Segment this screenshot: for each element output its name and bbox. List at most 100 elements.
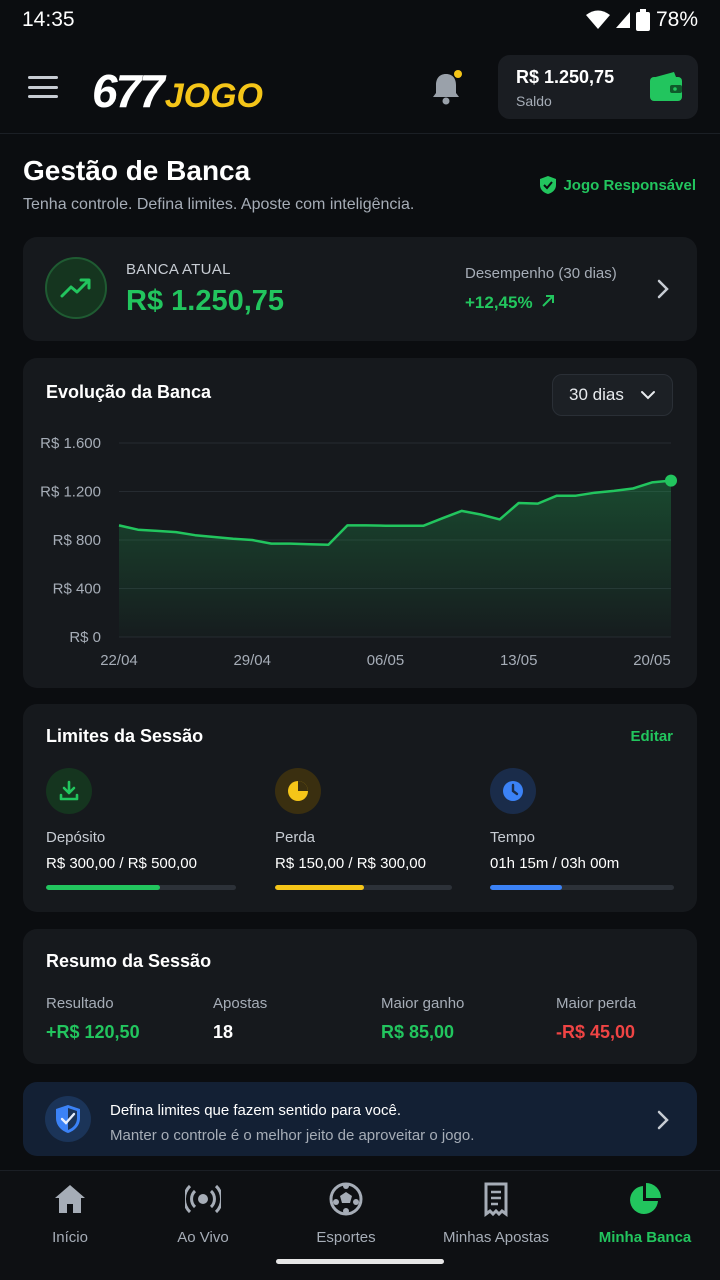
performance-value: +12,45%: [465, 293, 555, 313]
chart-area-fill: [119, 480, 671, 637]
logo-word: JOGO: [164, 77, 263, 115]
performance-percent: +12,45%: [465, 293, 533, 312]
nav-item-my-bets[interactable]: Minhas Apostas: [436, 1181, 556, 1246]
stat-value: R$ 85,00: [381, 1022, 455, 1042]
nav-label: Minhas Apostas: [443, 1229, 549, 1246]
loss-limit[interactable]: Perda R$ 150,00 / R$ 300,00: [275, 768, 452, 890]
soccer-ball-icon: [329, 1182, 363, 1216]
page-subtitle: Tenha controle. Defina limites. Aposte c…: [23, 196, 415, 213]
download-icon: [46, 768, 92, 814]
arrow-up-right-icon: [542, 295, 555, 307]
deposit-limit[interactable]: Depósito R$ 300,00 / R$ 500,00: [46, 768, 236, 890]
limits-title: Limites da Sessão: [46, 726, 204, 746]
limit-name: Perda: [275, 829, 316, 846]
chart-y-tick-label: R$ 400: [53, 581, 101, 598]
limit-name: Tempo: [490, 829, 536, 846]
home-icon: [55, 1185, 85, 1213]
chart-x-tick-label: 20/05: [633, 652, 671, 669]
current-bank-label: BANCA ATUAL: [126, 261, 231, 278]
home-indicator: [276, 1259, 444, 1264]
limit-progress-fill: [275, 885, 364, 890]
chart-y-tick-label: R$ 1.600: [40, 435, 101, 452]
limit-progress-bar: [490, 885, 674, 890]
chart-x-tick-label: 22/04: [100, 652, 138, 669]
nav-label: Início: [52, 1229, 88, 1246]
nav-label: Minha Banca: [598, 1229, 692, 1246]
summary-biggest-loss: Maior perda -R$ 45,00: [556, 995, 636, 1043]
edit-limits-button[interactable]: Editar: [630, 728, 673, 745]
current-bank-value: R$ 1.250,75: [126, 285, 285, 317]
nav-item-sports[interactable]: Esportes: [300, 1181, 392, 1246]
summary-biggest-win: Maior ganho R$ 85,00: [381, 995, 464, 1043]
chart-x-tick-label: 13/05: [500, 652, 538, 669]
signal-icon: [615, 12, 630, 28]
ticket-icon: [484, 1182, 508, 1217]
responsible-banner[interactable]: Defina limites que fazem sentido para vo…: [23, 1082, 697, 1156]
chart-y-tick-label: R$ 1.200: [40, 484, 101, 501]
app-header: 677 JOGO R$ 1.250,75 Saldo: [0, 40, 720, 134]
bank-evolution-card: Evolução da Banca 30 dias R$ 0 R$ 400 R$ 8…: [23, 358, 697, 688]
limit-progress-bar: [46, 885, 236, 890]
live-icon: [183, 1184, 223, 1214]
wifi-icon: [585, 10, 610, 29]
responsible-gaming-link[interactable]: Jogo Responsável: [539, 175, 696, 195]
limit-progress-fill: [490, 885, 562, 890]
logo-number: 677: [92, 65, 165, 117]
summary-bets: Apostas 18: [213, 995, 267, 1043]
limit-name: Depósito: [46, 829, 106, 846]
bank-evolution-chart: R$ 0 R$ 400 R$ 800 R$ 1.200 R$ 1.600 22/04 29/…: [40, 435, 677, 669]
shield-check-icon: [540, 176, 557, 194]
time-limit[interactable]: Tempo 01h 15m / 03h 00m: [490, 768, 674, 890]
chart-y-tick-label: R$ 0: [69, 629, 101, 646]
page-title: Gestão de Banca: [23, 155, 251, 186]
stat-value: 18: [213, 1022, 234, 1042]
summary-title: Resumo da Sessão: [46, 951, 212, 971]
battery-icon: [635, 9, 650, 31]
chart-last-point: [665, 474, 677, 487]
current-bank-card[interactable]: BANCA ATUAL R$ 1.250,75 Desempenho (30 d…: [23, 237, 697, 341]
trending-up-icon: [45, 257, 107, 319]
shield-check-icon: [45, 1096, 91, 1142]
chevron-right-icon[interactable]: [655, 277, 671, 301]
wallet-icon: [650, 72, 682, 101]
banner-title: Defina limites que fazem sentido para vo…: [110, 1102, 401, 1119]
performance-label: Desempenho (30 dias): [465, 265, 617, 282]
session-summary-card: Resumo da Sessão Resultado +R$ 120,50 Ap…: [23, 929, 697, 1064]
pie-chart-icon: [275, 768, 321, 814]
stat-label: Maior ganho: [381, 995, 465, 1012]
stat-label: Maior perda: [556, 995, 637, 1012]
nav-label: Ao Vivo: [177, 1229, 229, 1246]
summary-result: Resultado +R$ 120,50: [46, 995, 140, 1043]
status-bar: 14:35 78%: [0, 0, 720, 40]
balance-button[interactable]: R$ 1.250,75 Saldo: [498, 55, 698, 119]
brand-logo[interactable]: 677 JOGO: [92, 64, 263, 118]
chart-x-tick-label: 06/05: [367, 652, 405, 669]
limit-value: R$ 300,00 / R$ 500,00: [46, 855, 197, 872]
nav-item-my-bank[interactable]: Minha Banca: [593, 1181, 697, 1246]
stat-label: Apostas: [213, 995, 268, 1012]
stat-value: -R$ 45,00: [556, 1022, 636, 1042]
menu-icon[interactable]: [28, 76, 58, 98]
nav-item-live[interactable]: Ao Vivo: [163, 1181, 243, 1246]
limit-value: R$ 150,00 / R$ 300,00: [275, 855, 426, 872]
clock-icon: [490, 768, 536, 814]
pie-chart-icon: [630, 1183, 661, 1214]
bell-icon[interactable]: [428, 70, 464, 106]
status-icons: 78%: [585, 8, 698, 32]
nav-label: Esportes: [316, 1229, 376, 1246]
banner-subtitle: Manter o controle é o melhor jeito de ap…: [110, 1127, 475, 1144]
chart-y-tick-label: R$ 800: [53, 532, 101, 549]
responsible-label: Jogo Responsável: [563, 176, 696, 194]
notification-dot: [454, 70, 462, 78]
nav-item-home[interactable]: Início: [30, 1181, 110, 1246]
limit-progress-bar: [275, 885, 452, 890]
stat-label: Resultado: [46, 995, 114, 1012]
limit-progress-fill: [46, 885, 160, 890]
session-limits-card: Limites da Sessão Editar Depósito R$ 300…: [23, 704, 697, 912]
battery-percent: 78%: [655, 8, 698, 31]
limit-value: 01h 15m / 03h 00m: [490, 855, 620, 872]
status-time: 14:35: [22, 8, 75, 31]
chart-x-tick-label: 29/04: [233, 652, 271, 669]
stat-value: +R$ 120,50: [46, 1022, 140, 1042]
chevron-right-icon: [657, 1110, 669, 1130]
